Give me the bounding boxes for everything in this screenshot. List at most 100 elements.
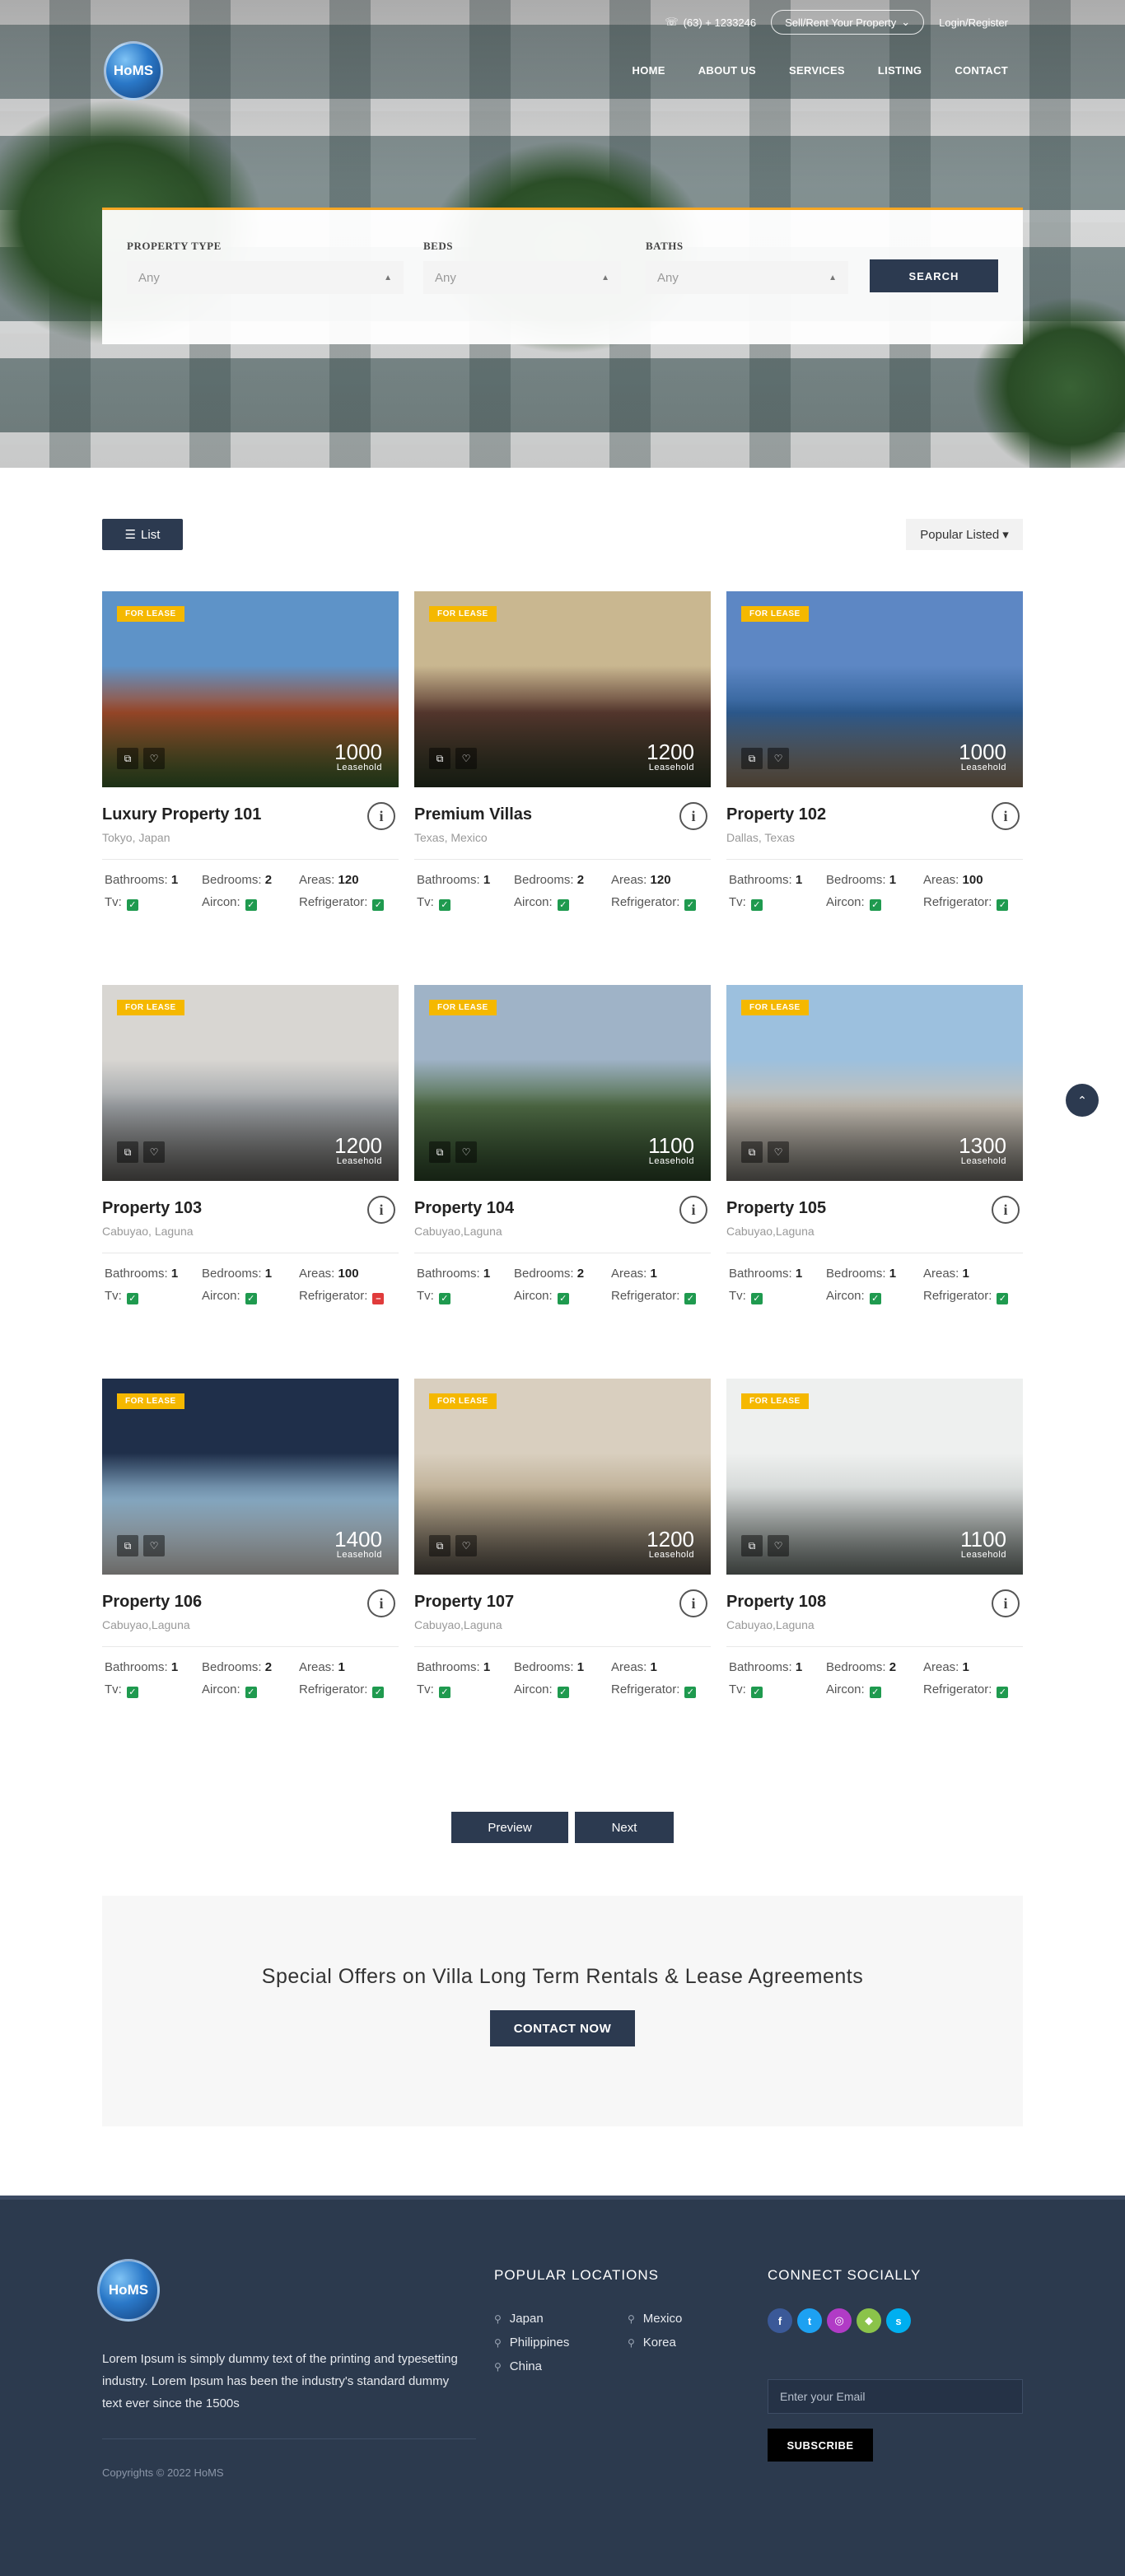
footer-logo[interactable]: HoMS bbox=[97, 2259, 160, 2322]
check-icon: ✓ bbox=[372, 1687, 385, 1698]
nav-about-us[interactable]: ABOUT US bbox=[698, 64, 756, 77]
heart-icon[interactable]: ♡ bbox=[455, 748, 477, 769]
gallery-icon[interactable]: ⧉ bbox=[741, 1141, 763, 1163]
location-link-korea[interactable]: Korea bbox=[628, 2336, 726, 2350]
search-button[interactable]: SEARCH bbox=[870, 259, 998, 292]
property-title[interactable]: Property 106 bbox=[102, 1593, 202, 1612]
property-title[interactable]: Property 105 bbox=[726, 1199, 826, 1218]
gallery-icon[interactable]: ⧉ bbox=[429, 748, 450, 769]
property-photo[interactable]: FOR LEASE ⧉ ♡ 1200 Leasehold bbox=[102, 985, 399, 1181]
location-link-philippines[interactable]: Philippines bbox=[494, 2336, 628, 2350]
price-value: 1200 bbox=[334, 1133, 382, 1158]
nav-listing[interactable]: LISTING bbox=[878, 64, 922, 77]
phone-contact[interactable]: ☏ (63) + 1233246 bbox=[665, 16, 756, 29]
subscribe-button[interactable]: SUBSCRIBE bbox=[768, 2429, 873, 2462]
property-photo[interactable]: FOR LEASE ⧉ ♡ 1200 Leasehold bbox=[414, 1379, 711, 1575]
info-icon[interactable]: i bbox=[679, 1589, 707, 1617]
skype-icon[interactable]: s bbox=[886, 2308, 911, 2333]
info-icon[interactable]: i bbox=[367, 802, 395, 830]
nav-services[interactable]: SERVICES bbox=[789, 64, 845, 77]
gallery-icon[interactable]: ⧉ bbox=[117, 1141, 138, 1163]
heart-icon[interactable]: ♡ bbox=[455, 1141, 477, 1163]
property-photo[interactable]: FOR LEASE ⧉ ♡ 1300 Leasehold bbox=[726, 985, 1023, 1181]
property-photo[interactable]: FOR LEASE ⧉ ♡ 1000 Leasehold bbox=[102, 591, 399, 787]
instagram-icon[interactable]: ◎ bbox=[827, 2308, 852, 2333]
location-link-mexico[interactable]: Mexico bbox=[628, 2312, 726, 2326]
next-button[interactable]: Next bbox=[575, 1812, 674, 1843]
preview-button[interactable]: Preview bbox=[451, 1812, 568, 1843]
gallery-icon[interactable]: ⧉ bbox=[117, 748, 138, 769]
heart-icon[interactable]: ♡ bbox=[768, 1535, 789, 1556]
property-photo[interactable]: FOR LEASE ⧉ ♡ 1400 Leasehold bbox=[102, 1379, 399, 1575]
property-photo[interactable]: FOR LEASE ⧉ ♡ 1100 Leasehold bbox=[726, 1379, 1023, 1575]
heart-icon[interactable]: ♡ bbox=[768, 748, 789, 769]
price-tag: 1200 Leasehold bbox=[647, 1528, 694, 1560]
property-card[interactable]: FOR LEASE ⧉ ♡ 1100 Leasehold Property 10… bbox=[726, 1379, 1023, 1772]
info-icon[interactable]: i bbox=[679, 802, 707, 830]
property-title[interactable]: Property 103 bbox=[102, 1199, 202, 1218]
property-card[interactable]: FOR LEASE ⧉ ♡ 1200 Leasehold Premium Vil… bbox=[414, 591, 711, 985]
heart-icon[interactable]: ♡ bbox=[768, 1141, 789, 1163]
property-photo[interactable]: FOR LEASE ⧉ ♡ 1000 Leasehold bbox=[726, 591, 1023, 787]
login-register-link[interactable]: Login/Register bbox=[939, 16, 1008, 29]
nav-contact[interactable]: CONTACT bbox=[955, 64, 1008, 77]
sort-dropdown[interactable]: Popular Listed ▾ bbox=[906, 519, 1023, 550]
price-tag: 1400 Leasehold bbox=[334, 1528, 382, 1560]
gallery-icon[interactable]: ⧉ bbox=[429, 1535, 450, 1556]
location-link-japan[interactable]: Japan bbox=[494, 2312, 628, 2326]
info-icon[interactable]: i bbox=[992, 1196, 1020, 1224]
property-card[interactable]: FOR LEASE ⧉ ♡ 1000 Leasehold Property 10… bbox=[726, 591, 1023, 985]
list-view-button[interactable]: ☰ List bbox=[102, 519, 183, 550]
contact-now-button[interactable]: CONTACT NOW bbox=[490, 2010, 635, 2046]
gallery-icon[interactable]: ⧉ bbox=[741, 748, 763, 769]
property-features: Bathrooms: 1 Bedrooms: 2 Areas: 1 Tv: ✓ A… bbox=[102, 1660, 399, 1698]
info-icon[interactable]: i bbox=[679, 1196, 707, 1224]
heart-icon[interactable]: ♡ bbox=[143, 748, 165, 769]
property-title[interactable]: Luxury Property 101 bbox=[102, 805, 261, 824]
info-icon[interactable]: i bbox=[992, 802, 1020, 830]
property-title[interactable]: Property 104 bbox=[414, 1199, 514, 1218]
property-card[interactable]: FOR LEASE ⧉ ♡ 1200 Leasehold Property 10… bbox=[414, 1379, 711, 1772]
location-link-china[interactable]: China bbox=[494, 2359, 628, 2373]
property-card[interactable]: FOR LEASE ⧉ ♡ 1400 Leasehold Property 10… bbox=[102, 1379, 399, 1772]
property-card[interactable]: FOR LEASE ⧉ ♡ 1100 Leasehold Property 10… bbox=[414, 985, 711, 1379]
check-icon: ✓ bbox=[372, 899, 385, 911]
chevron-up-icon: ⌃ bbox=[1077, 1093, 1087, 1107]
property-title[interactable]: Premium Villas bbox=[414, 805, 532, 824]
twitter-icon[interactable]: t bbox=[797, 2308, 822, 2333]
property-photo[interactable]: FOR LEASE ⧉ ♡ 1200 Leasehold bbox=[414, 591, 711, 787]
heart-icon[interactable]: ♡ bbox=[455, 1535, 477, 1556]
gallery-icon[interactable]: ⧉ bbox=[117, 1535, 138, 1556]
property-location: Tokyo, Japan bbox=[102, 831, 170, 844]
baths-field: BATHS Any ▲ bbox=[621, 240, 848, 294]
property-card[interactable]: FOR LEASE ⧉ ♡ 1300 Leasehold Property 10… bbox=[726, 985, 1023, 1379]
site-logo[interactable]: HoMS bbox=[104, 41, 163, 100]
property-title[interactable]: Property 108 bbox=[726, 1593, 826, 1612]
heart-icon[interactable]: ♡ bbox=[143, 1141, 165, 1163]
property-card[interactable]: FOR LEASE ⧉ ♡ 1000 Leasehold Luxury Prop… bbox=[102, 591, 399, 985]
scroll-to-top-button[interactable]: ⌃ bbox=[1066, 1084, 1099, 1117]
info-icon[interactable]: i bbox=[992, 1589, 1020, 1617]
gallery-icon[interactable]: ⧉ bbox=[741, 1535, 763, 1556]
property-title[interactable]: Property 107 bbox=[414, 1593, 514, 1612]
property-features: Bathrooms: 1 Bedrooms: 1 Areas: 1 Tv: ✓ A… bbox=[726, 1267, 1023, 1304]
info-icon[interactable]: i bbox=[367, 1589, 395, 1617]
android-icon[interactable]: ◆ bbox=[857, 2308, 881, 2333]
facebook-icon[interactable]: f bbox=[768, 2308, 792, 2333]
sell-rent-dropdown[interactable]: Sell/Rent Your Property ⌄ bbox=[771, 10, 925, 35]
bathrooms-value: 1 bbox=[483, 1660, 491, 1674]
beds-field: BEDS Any ▲ bbox=[399, 240, 621, 294]
beds-select[interactable]: Any ▲ bbox=[423, 261, 621, 294]
property-type-select[interactable]: Any ▲ bbox=[127, 261, 404, 294]
heart-icon[interactable]: ♡ bbox=[143, 1535, 165, 1556]
property-title[interactable]: Property 102 bbox=[726, 805, 826, 824]
baths-select[interactable]: Any ▲ bbox=[646, 261, 848, 294]
property-photo[interactable]: FOR LEASE ⧉ ♡ 1100 Leasehold bbox=[414, 985, 711, 1181]
nav-home[interactable]: HOME bbox=[633, 64, 665, 77]
email-input[interactable]: Enter your Email bbox=[768, 2379, 1023, 2414]
caret-icon: ▲ bbox=[384, 273, 392, 282]
listing-toolbar: ☰ List Popular Listed ▾ bbox=[0, 468, 1125, 591]
info-icon[interactable]: i bbox=[367, 1196, 395, 1224]
gallery-icon[interactable]: ⧉ bbox=[429, 1141, 450, 1163]
property-card[interactable]: FOR LEASE ⧉ ♡ 1200 Leasehold Property 10… bbox=[102, 985, 399, 1379]
